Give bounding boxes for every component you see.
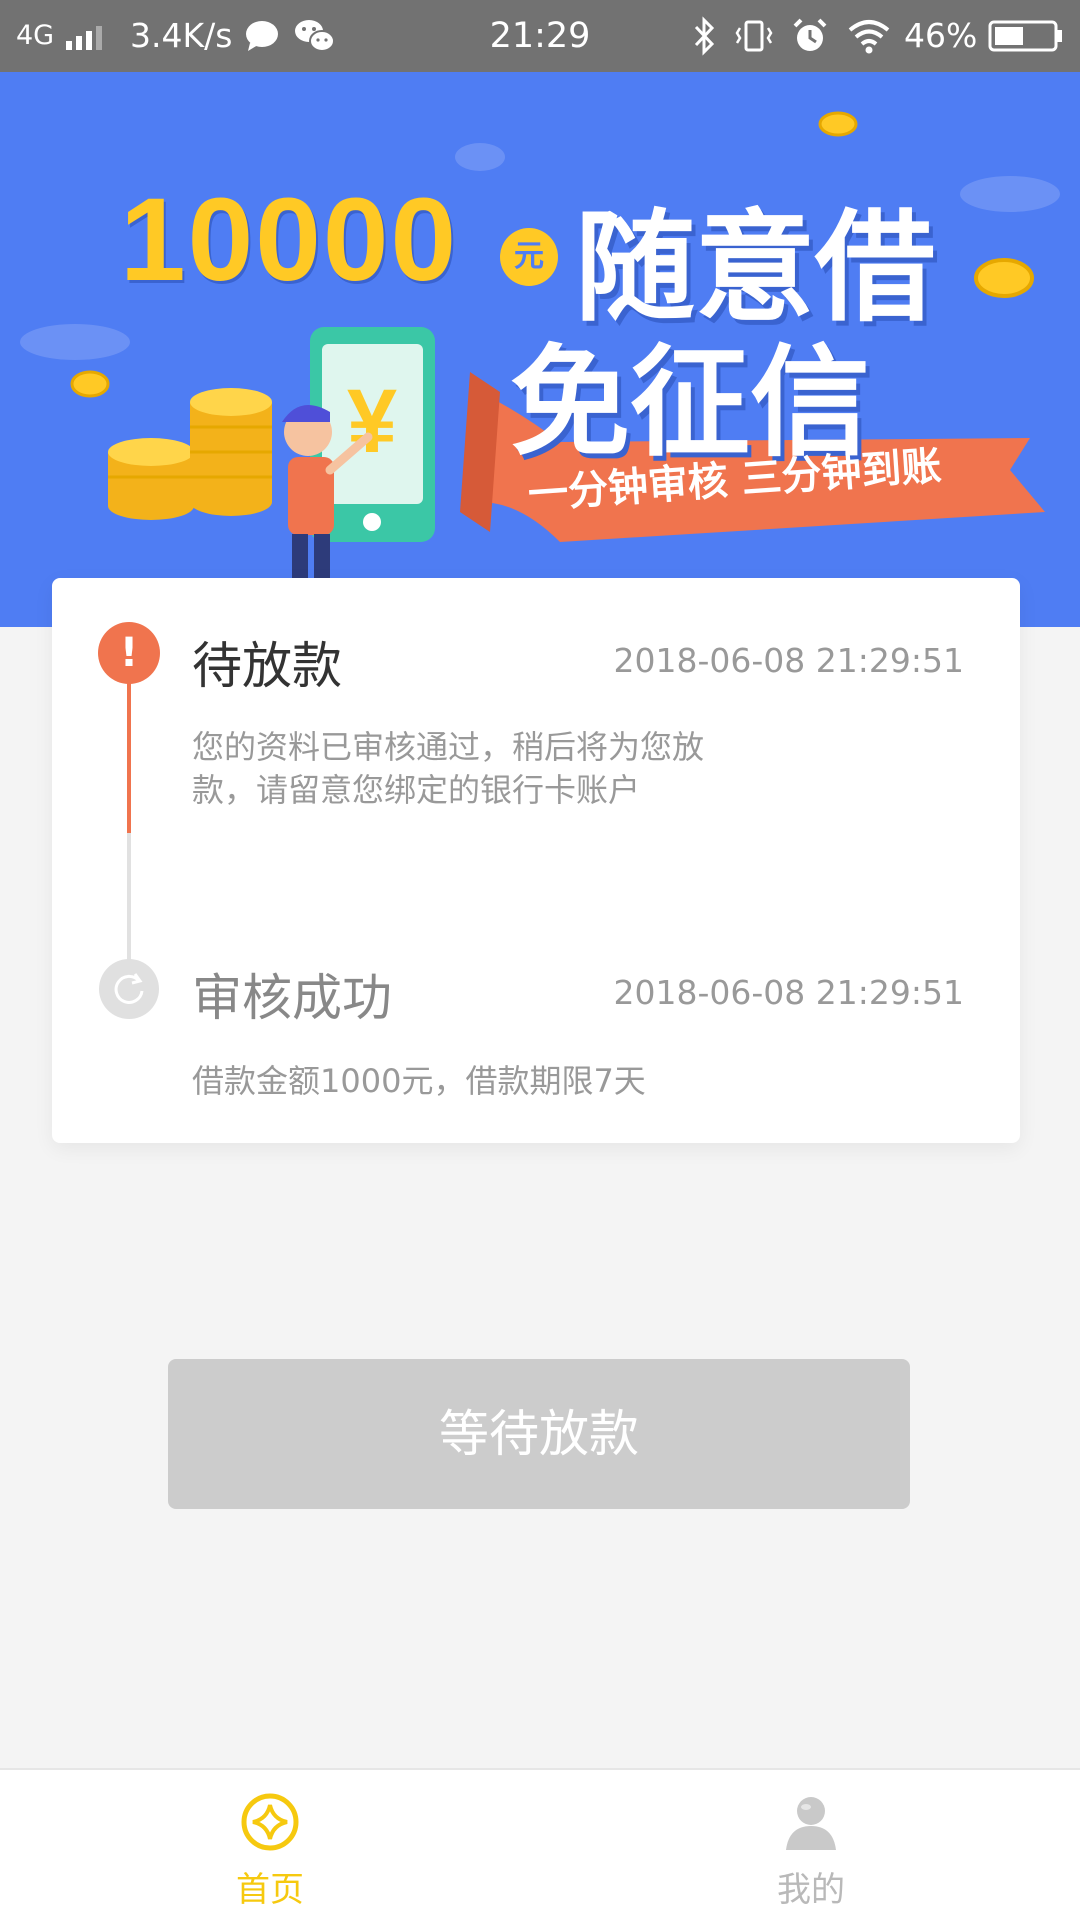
refresh-icon [99, 959, 159, 1019]
tab-mine[interactable]: 我的 [711, 1770, 911, 1922]
battery-icon [988, 20, 1062, 52]
loan-status-card: ! 待放款 2018-06-08 21:29:51 您的资料已审核通过，稍后将为… [52, 578, 1020, 1143]
step-desc-pending: 您的资料已审核通过，稍后将为您放款，请留意您绑定的银行卡账户 [192, 728, 705, 809]
wifi-icon [848, 20, 890, 54]
step-title-approved: 审核成功 [192, 969, 392, 1027]
currency-symbol: ¥ [347, 372, 397, 472]
coin-stack [108, 388, 272, 520]
banner-amount: 10000 [120, 174, 459, 306]
home-coin-icon [241, 1793, 299, 1851]
user-icon [786, 1797, 836, 1850]
tab-home[interactable]: 首页 [170, 1770, 370, 1922]
alarm-icon [793, 18, 827, 51]
bluetooth-icon [694, 16, 715, 56]
step-time-approved: 2018-06-08 21:29:51 [613, 973, 964, 1012]
vibrate-icon [735, 20, 773, 52]
step-time-pending: 2018-06-08 21:29:51 [613, 641, 964, 680]
promo-banner[interactable]: ¥ 10000 元 随意借 免征信 一分钟审核 三分钟到账 [0, 72, 1080, 627]
step-title-pending: 待放款 [192, 637, 342, 695]
alert-icon: ! [98, 622, 160, 684]
battery-percent: 46% [904, 16, 978, 55]
status-bar: 4G 3.4K/s 21:29 46% [0, 0, 1080, 72]
banner-unit-badge: 元 [500, 228, 558, 286]
tab-mine-label: 我的 [777, 1870, 845, 1910]
await-disbursement-button[interactable]: 等待放款 [168, 1359, 910, 1509]
step-desc-approved: 借款金额1000元，借款期限7天 [192, 1062, 646, 1100]
timeline-line-active [127, 683, 131, 833]
tab-bar: 首页 我的 [0, 1768, 1080, 1922]
tab-home-label: 首页 [236, 1870, 304, 1910]
